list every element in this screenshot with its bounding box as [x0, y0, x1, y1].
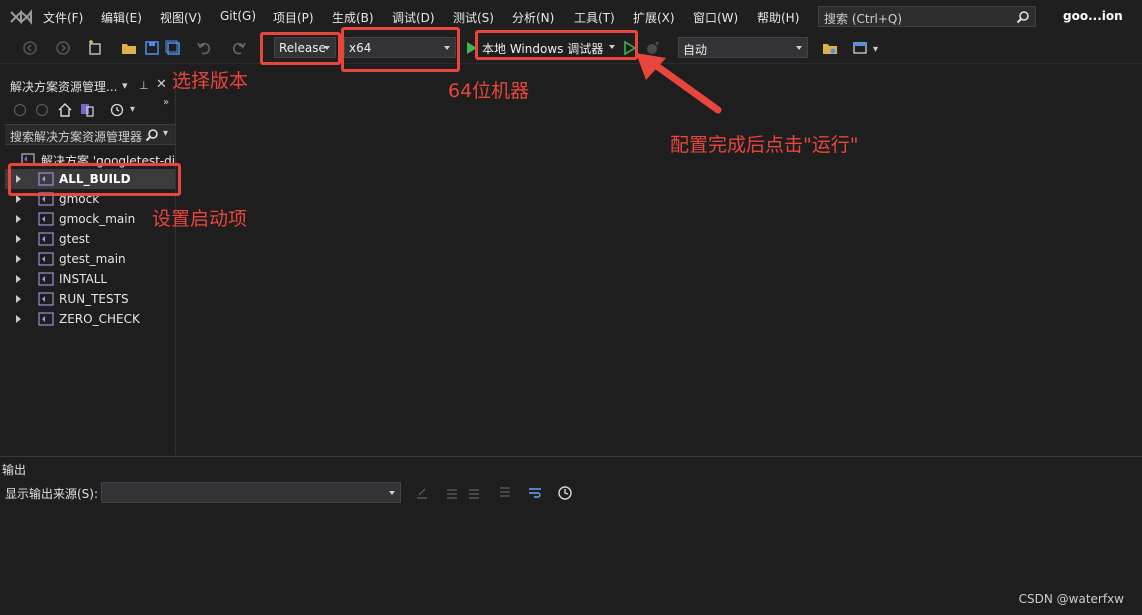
menu-build[interactable]: 生成(B) — [332, 9, 374, 26]
overflow-icon[interactable]: » — [163, 97, 169, 108]
back-icon[interactable] — [22, 40, 38, 56]
close-icon[interactable]: ✕ — [156, 77, 167, 92]
menu-debug[interactable]: 调试(D) — [392, 9, 435, 26]
menu-view[interactable]: 视图(V) — [160, 9, 202, 26]
menu-window[interactable]: 窗口(W) — [693, 9, 738, 26]
tree-item-install[interactable]: INSTALL — [5, 269, 175, 289]
menu-extensions[interactable]: 扩展(X) — [633, 9, 675, 26]
switch-views-icon[interactable] — [79, 102, 95, 118]
menu-file[interactable]: 文件(F) — [43, 9, 83, 26]
annotation-box-startup — [8, 163, 181, 196]
expand-arrow-icon[interactable] — [16, 195, 21, 203]
tree-item-gtest-main[interactable]: gtest_main — [5, 249, 175, 269]
word-wrap-icon[interactable] — [527, 485, 543, 501]
search-icon — [1016, 11, 1029, 24]
annotation-arrow-icon — [636, 53, 722, 114]
save-all-icon[interactable] — [165, 40, 181, 56]
expand-arrow-icon[interactable] — [16, 275, 21, 283]
history-icon[interactable] — [109, 102, 125, 118]
tree-item-label: RUN_TESTS — [59, 292, 129, 306]
annotation-box-platform — [341, 27, 460, 72]
annotation-box-debugger — [475, 30, 638, 60]
tree-item-label: ZERO_CHECK — [59, 312, 140, 326]
annotation-select-version: 选择版本 — [172, 70, 249, 92]
prev-message-icon[interactable] — [444, 485, 460, 501]
tree-item-zero-check[interactable]: ZERO_CHECK — [5, 309, 175, 329]
solution-name: goo...ion — [1063, 9, 1123, 23]
chevron-down-icon — [796, 46, 802, 50]
cmake-project-icon — [38, 272, 54, 286]
menu-help[interactable]: 帮助(H) — [757, 9, 799, 26]
tree-item-label: gmock_main — [59, 212, 136, 226]
annotation-box-configuration — [260, 32, 341, 65]
visual-studio-logo-icon[interactable] — [8, 7, 34, 27]
cmake-project-icon — [38, 312, 54, 326]
undo-icon[interactable] — [196, 40, 212, 56]
tree-item-label: gtest — [59, 232, 90, 246]
tree-item-label: INSTALL — [59, 272, 108, 286]
new-project-icon[interactable] — [87, 40, 103, 56]
annotation-64bit: 64位机器 — [448, 80, 530, 102]
cmake-project-icon — [38, 232, 54, 246]
menu-git[interactable]: Git(G) — [220, 9, 256, 23]
output-title: 输出 — [2, 463, 27, 477]
global-search-box[interactable]: 搜索 (Ctrl+Q) — [818, 6, 1036, 27]
chevron-down-icon[interactable]: ▾ — [130, 104, 135, 115]
global-search-placeholder: 搜索 (Ctrl+Q) — [824, 12, 903, 26]
expand-arrow-icon[interactable] — [16, 295, 21, 303]
chevron-down-icon[interactable]: ▾ — [163, 128, 168, 139]
menu-analyze[interactable]: 分析(N) — [512, 9, 554, 26]
forward-icon[interactable] — [35, 103, 49, 117]
toolbar-overflow-icon[interactable]: ▾ — [873, 44, 878, 55]
save-icon[interactable] — [144, 40, 160, 56]
panel-menu-icon[interactable]: ▾ — [122, 79, 128, 92]
annotation-run-hint: 配置完成后点击"运行" — [670, 134, 859, 156]
expand-arrow-icon[interactable] — [16, 315, 21, 323]
next-message-icon[interactable] — [466, 485, 482, 501]
expand-arrow-icon[interactable] — [16, 215, 21, 223]
solution-search-box[interactable]: 搜索解决方案资源管理器 ▾ — [5, 124, 175, 145]
solution-explorer-panel: 解决方案资源管理... ▾ ⊥ ✕ ▾ » 搜索解决方案资源管理器 ▾ 解决方案… — [5, 73, 176, 455]
clear-all-icon[interactable] — [497, 485, 513, 501]
menu-test[interactable]: 测试(S) — [453, 9, 494, 26]
back-icon[interactable] — [13, 103, 27, 117]
menu-project[interactable]: 项目(P) — [273, 9, 314, 26]
menu-edit[interactable]: 编辑(E) — [101, 9, 142, 26]
expand-arrow-icon[interactable] — [16, 255, 21, 263]
menu-bar: 文件(F) 编辑(E) 视图(V) Git(G) 项目(P) 生成(B) 调试(… — [0, 0, 1142, 33]
browse-folder-icon[interactable] — [822, 40, 838, 56]
tree-item-gtest[interactable]: gtest — [5, 229, 175, 249]
find-message-icon[interactable] — [414, 485, 430, 501]
search-icon — [145, 129, 158, 142]
watermark: CSDN @waterfxw — [1018, 592, 1124, 606]
forward-icon[interactable] — [55, 40, 71, 56]
solution-explorer-title: 解决方案资源管理... — [10, 80, 118, 94]
redo-icon[interactable] — [231, 40, 247, 56]
cmake-project-icon — [38, 212, 54, 226]
cmake-project-icon — [38, 292, 54, 306]
tree-item-gmock-main[interactable]: gmock_main — [5, 209, 175, 229]
solution-search-placeholder: 搜索解决方案资源管理器 — [10, 130, 143, 144]
window-layout-icon[interactable] — [852, 40, 868, 56]
output-panel: 输出 显示输出来源(S): — [0, 456, 1142, 615]
output-source-dropdown[interactable] — [101, 482, 401, 503]
tree-item-label: gtest_main — [59, 252, 126, 266]
home-icon[interactable] — [57, 102, 73, 118]
tree-item-run-tests[interactable]: RUN_TESTS — [5, 289, 175, 309]
timestamp-icon[interactable] — [557, 485, 573, 501]
menu-tools[interactable]: 工具(T) — [574, 9, 615, 26]
output-source-label: 显示输出来源(S): — [5, 487, 99, 501]
open-folder-icon[interactable] — [121, 40, 137, 56]
pin-icon[interactable]: ⊥ — [139, 79, 149, 92]
chevron-down-icon — [389, 491, 395, 495]
annotation-startup-item: 设置启动项 — [152, 208, 248, 230]
expand-arrow-icon[interactable] — [16, 235, 21, 243]
cmake-project-icon — [38, 252, 54, 266]
